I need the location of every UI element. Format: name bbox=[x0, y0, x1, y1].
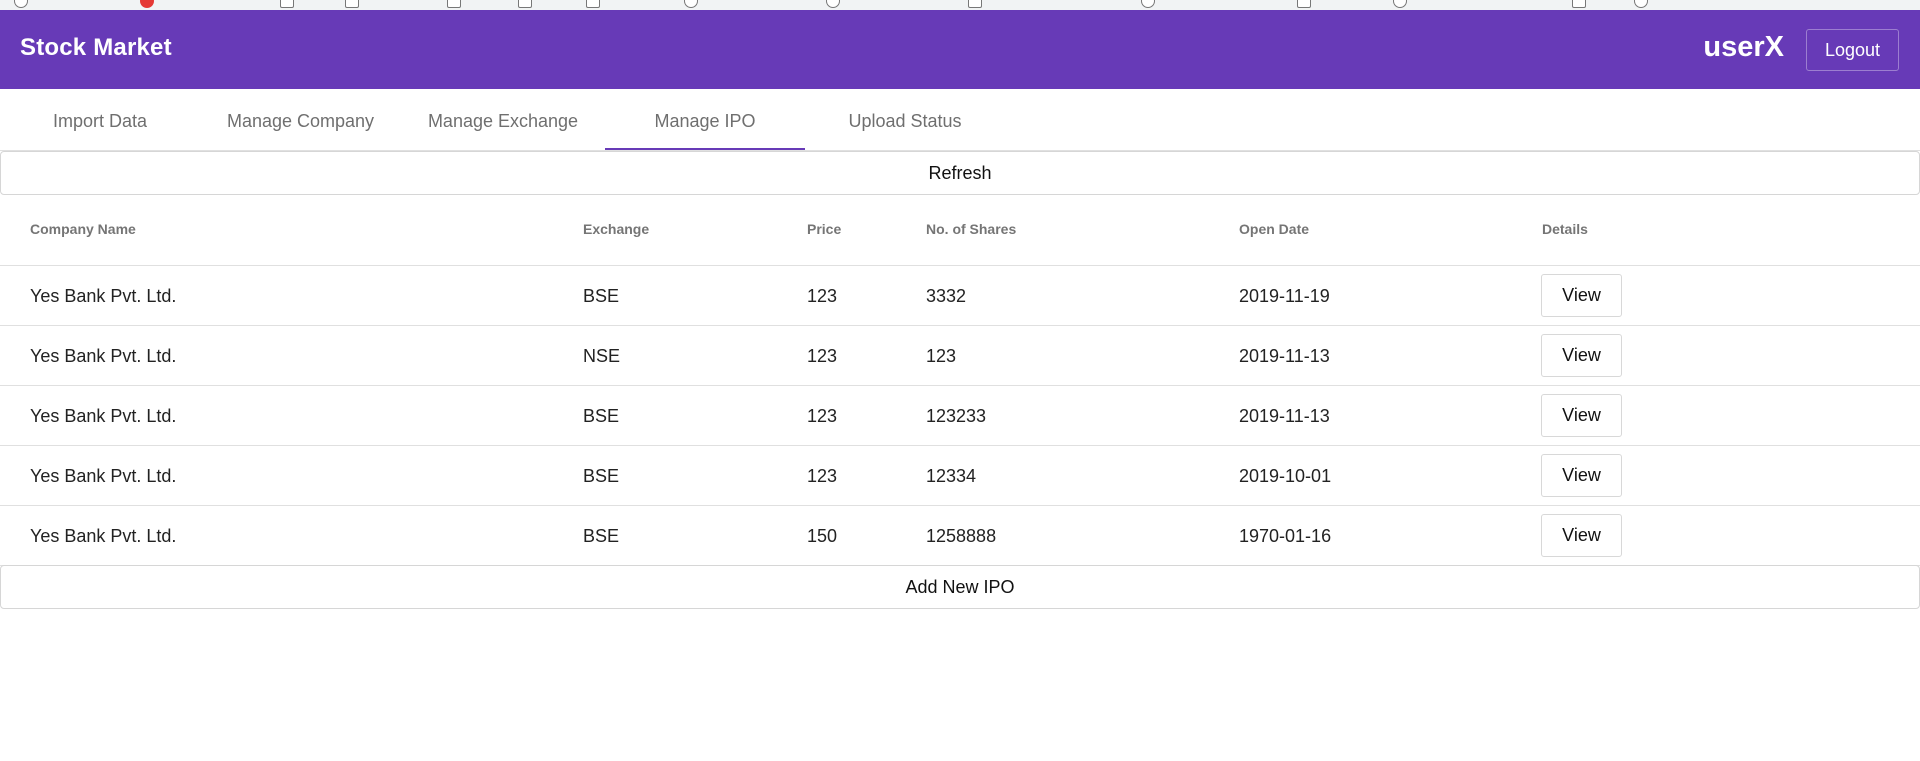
cell-open-date: 2019-10-01 bbox=[1239, 466, 1332, 486]
bookmark-icon[interactable] bbox=[280, 0, 294, 8]
cell-company: Yes Bank Pvt. Ltd. bbox=[30, 286, 177, 306]
table-row: Yes Bank Pvt. Ltd. BSE 123 3332 2019-11-… bbox=[0, 266, 1920, 326]
column-header-details: Details bbox=[1542, 221, 1588, 237]
cell-open-date: 2019-11-13 bbox=[1239, 406, 1330, 426]
bookmark-icon[interactable] bbox=[345, 0, 359, 8]
table-row: Yes Bank Pvt. Ltd. BSE 123 12334 2019-10… bbox=[0, 446, 1920, 506]
cell-price: 123 bbox=[807, 466, 838, 486]
column-header-company[interactable]: Company Name bbox=[30, 221, 136, 237]
app-title: Stock Market bbox=[20, 34, 172, 61]
cell-shares: 123233 bbox=[926, 406, 987, 426]
tab-manage-company[interactable]: Manage Company bbox=[200, 89, 401, 150]
cell-exchange: BSE bbox=[583, 466, 620, 486]
bookmark-icon[interactable] bbox=[447, 0, 461, 8]
view-button[interactable]: View bbox=[1541, 334, 1622, 377]
cell-company: Yes Bank Pvt. Ltd. bbox=[30, 346, 177, 366]
bookmark-icon[interactable] bbox=[1141, 0, 1155, 8]
bookmark-icon[interactable] bbox=[968, 0, 982, 8]
cell-open-date: 1970-01-16 bbox=[1239, 526, 1332, 546]
tab-upload-status[interactable]: Upload Status bbox=[805, 89, 1005, 150]
table-row: Yes Bank Pvt. Ltd. NSE 123 123 2019-11-1… bbox=[0, 326, 1920, 386]
table-row: Yes Bank Pvt. Ltd. BSE 123 123233 2019-1… bbox=[0, 386, 1920, 446]
tab-manage-exchange[interactable]: Manage Exchange bbox=[401, 89, 605, 150]
view-button[interactable]: View bbox=[1541, 454, 1622, 497]
ipo-table: Company Name Exchange Price No. of Share… bbox=[0, 196, 1920, 566]
cell-company: Yes Bank Pvt. Ltd. bbox=[30, 406, 177, 426]
bookmark-icon[interactable] bbox=[1297, 0, 1311, 8]
bookmark-icon[interactable] bbox=[684, 0, 698, 8]
bookmark-icon[interactable] bbox=[14, 0, 28, 8]
view-button[interactable]: View bbox=[1541, 274, 1622, 317]
bookmark-icon[interactable] bbox=[518, 0, 532, 8]
column-header-open-date[interactable]: Open Date bbox=[1239, 221, 1309, 237]
app-toolbar: Stock Market userX Logout bbox=[0, 10, 1920, 89]
page: Stock Market userX Logout Import Data Ma… bbox=[0, 0, 1920, 761]
logout-button[interactable]: Logout bbox=[1806, 29, 1899, 71]
bookmark-icon[interactable] bbox=[826, 0, 840, 8]
column-header-shares[interactable]: No. of Shares bbox=[926, 221, 1016, 237]
cell-price: 123 bbox=[807, 406, 838, 426]
bookmark-icon[interactable] bbox=[1572, 0, 1586, 8]
cell-price: 123 bbox=[807, 346, 838, 366]
cell-shares: 3332 bbox=[926, 286, 967, 306]
cell-open-date: 2019-11-19 bbox=[1239, 286, 1330, 306]
cell-shares: 1258888 bbox=[926, 526, 997, 546]
browser-bookmarks-bar bbox=[0, 0, 1920, 10]
column-header-price[interactable]: Price bbox=[807, 221, 841, 237]
nav-tabs: Import Data Manage Company Manage Exchan… bbox=[0, 89, 1920, 151]
tab-manage-ipo[interactable]: Manage IPO bbox=[605, 89, 805, 150]
cell-shares: 12334 bbox=[926, 466, 977, 486]
cell-exchange: BSE bbox=[583, 286, 620, 306]
cell-price: 150 bbox=[807, 526, 838, 546]
cell-exchange: NSE bbox=[583, 346, 621, 366]
refresh-button[interactable]: Refresh bbox=[0, 151, 1920, 195]
view-button[interactable]: View bbox=[1541, 514, 1622, 557]
cell-shares: 123 bbox=[926, 346, 957, 366]
bookmark-icon[interactable] bbox=[1634, 0, 1648, 8]
view-button[interactable]: View bbox=[1541, 394, 1622, 437]
cell-company: Yes Bank Pvt. Ltd. bbox=[30, 466, 177, 486]
username-label: userX bbox=[1703, 31, 1784, 63]
tab-import-data[interactable]: Import Data bbox=[0, 89, 200, 150]
cell-exchange: BSE bbox=[583, 406, 620, 426]
table-row: Yes Bank Pvt. Ltd. BSE 150 1258888 1970-… bbox=[0, 506, 1920, 566]
cell-open-date: 2019-11-13 bbox=[1239, 346, 1330, 366]
table-header: Company Name Exchange Price No. of Share… bbox=[0, 196, 1920, 266]
bookmark-icon[interactable] bbox=[586, 0, 600, 8]
add-new-ipo-button[interactable]: Add New IPO bbox=[0, 565, 1920, 609]
cell-exchange: BSE bbox=[583, 526, 620, 546]
column-header-exchange[interactable]: Exchange bbox=[583, 221, 649, 237]
cell-company: Yes Bank Pvt. Ltd. bbox=[30, 526, 177, 546]
cell-price: 123 bbox=[807, 286, 838, 306]
bookmark-icon[interactable] bbox=[140, 0, 154, 8]
bookmark-icon[interactable] bbox=[1393, 0, 1407, 8]
